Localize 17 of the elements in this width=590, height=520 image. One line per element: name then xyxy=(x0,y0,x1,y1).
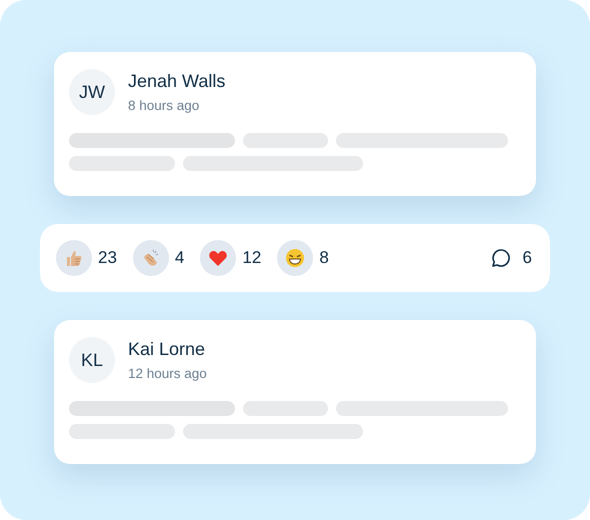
author-name: Jenah Walls xyxy=(128,71,226,92)
avatar: KL xyxy=(69,337,115,383)
reaction-button[interactable] xyxy=(200,240,236,276)
comment-count: 6 xyxy=(522,248,532,268)
author-name: Kai Lorne xyxy=(128,339,206,360)
grinning-face-icon xyxy=(285,248,306,268)
heart-icon xyxy=(208,248,228,268)
reaction-count: 23 xyxy=(98,248,117,268)
reaction-button[interactable] xyxy=(277,240,314,276)
reaction-count: 8 xyxy=(319,248,329,268)
reaction-count: 4 xyxy=(174,248,184,268)
avatar: JW xyxy=(69,69,115,115)
post-time: 12 hours ago xyxy=(128,366,207,381)
post-time: 8 hours ago xyxy=(128,98,200,113)
reaction-count: 12 xyxy=(242,248,262,268)
comment-icon[interactable] xyxy=(490,248,511,268)
thumbs-up-icon xyxy=(64,248,84,268)
